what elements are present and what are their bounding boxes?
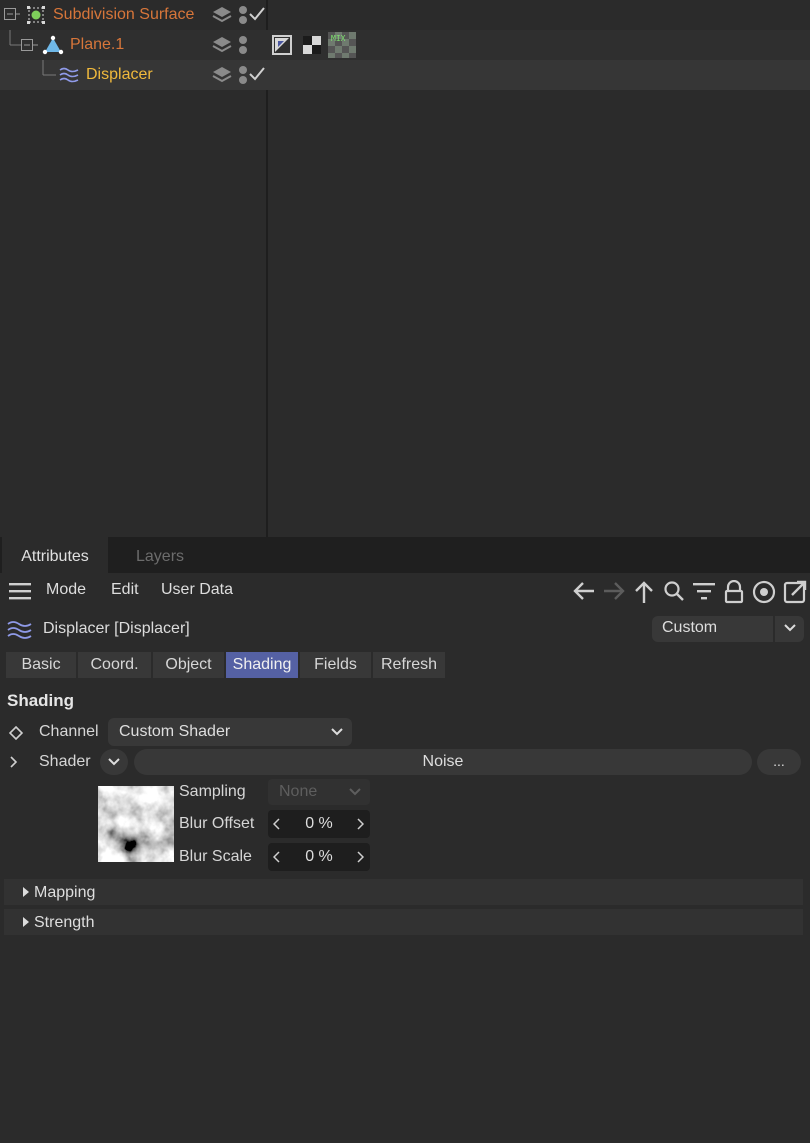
menu-user-data[interactable]: User Data [161, 581, 233, 599]
visibility-dots-icon[interactable] [238, 65, 248, 85]
forward-arrow-icon[interactable] [602, 580, 626, 602]
channel-select[interactable]: Custom Shader [108, 718, 352, 746]
tab-coord[interactable]: Coord. [78, 652, 151, 678]
mode-select[interactable]: Custom [652, 616, 804, 642]
layer-icon[interactable] [212, 36, 232, 54]
tab-fields[interactable]: Fields [300, 652, 371, 678]
chevron-down-icon [349, 788, 361, 796]
menu-mode[interactable]: Mode [46, 581, 86, 599]
sampling-value: None [279, 783, 318, 800]
group-mapping[interactable]: Mapping [4, 879, 803, 905]
noise-preview-thumbnail [98, 786, 174, 862]
up-arrow-icon[interactable] [633, 580, 655, 604]
enabled-check-icon[interactable] [248, 6, 266, 22]
uvw-tag-icon[interactable] [302, 35, 322, 55]
target-icon[interactable] [752, 580, 776, 604]
hamburger-menu-icon[interactable] [9, 582, 31, 600]
menu-edit[interactable]: Edit [111, 581, 139, 599]
select-divider [773, 616, 775, 642]
attribute-menu-bar: Mode Edit User Data [0, 575, 810, 605]
channel-value: Custom Shader [119, 723, 231, 740]
layer-icon[interactable] [212, 6, 232, 24]
visibility-dots-icon[interactable] [238, 35, 248, 55]
blur-offset-value: 0 % [305, 815, 333, 832]
shader-link-field[interactable]: Noise [134, 749, 752, 775]
group-strength-label: Strength [34, 914, 95, 931]
blur-offset-label: Blur Offset [179, 815, 255, 832]
object-name[interactable]: Plane.1 [70, 36, 124, 54]
chevron-down-icon [331, 728, 343, 736]
visibility-dots-icon[interactable] [238, 5, 248, 25]
object-title-row: Displacer [Displacer] Custom [0, 614, 810, 644]
material-mix-label: MIX [331, 34, 346, 43]
object-title: Displacer [Displacer] [43, 620, 190, 637]
shader-value: Noise [422, 753, 464, 770]
noise-texture [98, 786, 174, 862]
expand-triangle-icon [23, 887, 29, 897]
displacer-icon [59, 67, 79, 83]
plane-icon [42, 35, 64, 55]
blur-scale-value: 0 % [305, 848, 333, 865]
channel-label: Channel [39, 723, 99, 740]
search-icon[interactable] [663, 580, 685, 602]
chevron-down-icon [108, 758, 120, 766]
object-manager: Subdivision Surface Plane.1 MIX Displace… [0, 0, 810, 537]
group-strength[interactable]: Strength [4, 909, 803, 935]
shader-label: Shader [39, 753, 91, 770]
section-title: Shading [7, 691, 75, 710]
expand-triangle-icon [23, 917, 29, 927]
lock-icon[interactable] [723, 580, 745, 604]
tab-layers[interactable]: Layers [136, 537, 184, 573]
shader-popup-button[interactable] [100, 749, 128, 775]
material-tag-icon[interactable]: MIX [328, 32, 356, 58]
blur-scale-label: Blur Scale [179, 848, 252, 865]
back-arrow-icon[interactable] [572, 580, 596, 602]
om-row-plane[interactable]: Plane.1 MIX [0, 30, 810, 60]
tab-refresh[interactable]: Refresh [373, 652, 445, 678]
group-mapping-label: Mapping [34, 884, 96, 901]
phong-tag-icon[interactable] [272, 35, 292, 55]
manager-tabs: Attributes Layers [0, 537, 810, 573]
mode-select-value: Custom [662, 619, 718, 636]
tab-object[interactable]: Object [153, 652, 224, 678]
om-row-displacer[interactable]: Displacer [0, 60, 810, 90]
keyframe-diamond-icon[interactable] [9, 726, 23, 740]
tab-shading[interactable]: Shading [226, 652, 298, 678]
expand-arrow-icon[interactable] [9, 755, 19, 769]
filter-icon[interactable] [692, 580, 716, 602]
enabled-check-icon[interactable] [248, 66, 266, 82]
tree-connector [9, 30, 38, 51]
chevron-down-icon [784, 624, 796, 632]
sampling-label: Sampling [179, 783, 246, 800]
om-row-subdivision-surface[interactable]: Subdivision Surface [0, 0, 810, 30]
object-name[interactable]: Subdivision Surface [53, 6, 194, 24]
increment-arrow-icon[interactable] [356, 851, 364, 863]
shader-more-button[interactable]: ... [757, 749, 801, 775]
sampling-select[interactable]: None [268, 779, 370, 805]
object-name[interactable]: Displacer [86, 66, 153, 84]
displacer-icon [7, 621, 32, 639]
tab-attributes[interactable]: Attributes [2, 537, 108, 573]
collapse-icon[interactable] [4, 8, 20, 22]
increment-arrow-icon[interactable] [356, 818, 364, 830]
tree-connector [42, 60, 56, 76]
attribute-manager: Attributes Layers Mode Edit User Data Di… [0, 537, 810, 1143]
new-window-icon[interactable] [783, 580, 807, 604]
layer-icon[interactable] [212, 66, 232, 84]
tab-basic[interactable]: Basic [6, 652, 76, 678]
blur-offset-field[interactable]: 0 % [268, 810, 370, 838]
subdivision-surface-icon [27, 6, 45, 24]
blur-scale-field[interactable]: 0 % [268, 843, 370, 871]
